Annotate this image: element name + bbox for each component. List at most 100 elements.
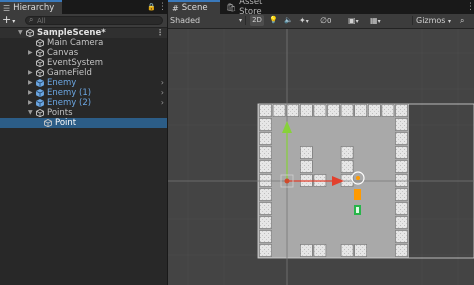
collapse-arrow-icon[interactable]: ▶ (28, 78, 33, 88)
hidden-count: 0 (326, 17, 332, 25)
prefab-cube-icon (36, 98, 44, 108)
hierarchy-item-label: Enemy (2) (47, 98, 92, 108)
hierarchy-item[interactable]: EventSystem (0, 58, 167, 68)
tab-hierarchy[interactable]: ☰ Hierarchy (0, 0, 62, 14)
collapse-arrow-icon[interactable]: ▶ (28, 98, 33, 108)
tab-scene[interactable]: # Scene (168, 0, 220, 14)
open-prefab-chevron-icon[interactable]: › (161, 78, 164, 88)
hierarchy-item-label: Point (55, 118, 77, 128)
toolbar-separator (412, 16, 413, 25)
expand-arrow-icon[interactable]: ▼ (18, 28, 23, 38)
wall-tile (327, 104, 340, 117)
wall-tile (340, 244, 354, 257)
wall-tile (395, 216, 408, 229)
prefab-cube-icon (36, 88, 44, 98)
toolbar-separator (245, 16, 246, 25)
grid-icon[interactable]: ▦▾ (370, 15, 388, 26)
hierarchy-toolbar: +▾ ⌕ (0, 14, 167, 28)
wall-tile (395, 146, 408, 159)
gameobject-cube-icon (36, 68, 44, 78)
hierarchy-item[interactable]: ▶ Enemy › (0, 78, 167, 88)
scene-grid-icon: # (172, 3, 179, 13)
hierarchy-item-label: EventSystem (47, 58, 104, 68)
wall-tile (259, 118, 272, 131)
search-icon[interactable]: ⌕ (460, 15, 472, 26)
wall-tile (272, 104, 286, 117)
gameobject-cube-icon (36, 58, 44, 68)
open-prefab-chevron-icon[interactable]: › (161, 98, 164, 108)
expand-arrow-icon[interactable]: ▼ (28, 108, 33, 118)
hidden-glyph: ∅ (320, 16, 327, 25)
tab-menu-icon[interactable]: ⋮ (158, 1, 167, 13)
wall-tile (395, 174, 408, 187)
hierarchy-tree: ▼ SampleScene* ⋮ Main Camera ▶ Canvas Event… (0, 28, 167, 128)
prefab-cube-icon (36, 78, 44, 88)
wall-tile (259, 202, 272, 215)
hierarchy-tab-bar: ☰ Hierarchy 🔒 ⋮ (0, 0, 167, 14)
gameobject-cube-icon (36, 108, 44, 118)
shading-mode-dropdown[interactable]: Shaded ▾ (170, 15, 242, 26)
toggle-2d-button[interactable]: 2D (250, 15, 264, 26)
wall-tile (259, 216, 272, 229)
lock-icon[interactable]: 🔒 (147, 1, 156, 13)
chevron-down-icon: ▾ (377, 18, 381, 25)
unity-scene-icon (26, 28, 34, 38)
chevron-down-icon: ▾ (448, 18, 452, 25)
wall-tile (395, 118, 408, 131)
grid-glyph: ▦ (370, 16, 378, 25)
wall-tile (300, 160, 313, 173)
wall-tile (395, 244, 408, 257)
scene-toolbar: Shaded ▾ 2D 💡 🔈 ✦▾ ∅0 ▣▾ ▦▾ Gizmos ▾ ⌕ (168, 14, 474, 29)
gameobject-cube-icon (36, 48, 44, 58)
hierarchy-item[interactable]: Main Camera (0, 38, 167, 48)
light-icon[interactable]: 💡 (269, 15, 280, 26)
gameobject-cube-icon (44, 118, 52, 128)
wall-tile (313, 244, 327, 257)
gizmos-dropdown[interactable]: Gizmos ▾ (416, 15, 456, 26)
open-prefab-chevron-icon[interactable]: › (161, 88, 164, 98)
wall-tile (381, 104, 395, 117)
wall-tile (354, 104, 367, 117)
wall-tile (395, 230, 408, 243)
effects-icon[interactable]: ✦▾ (299, 15, 317, 26)
hierarchy-item[interactable]: ▶ GameField (0, 68, 167, 78)
hierarchy-panel: ☰ Hierarchy 🔒 ⋮ +▾ ⌕ ▼ SampleScene* ⋮ Ma… (0, 0, 167, 285)
wall-tile (340, 104, 354, 117)
wall-tile (259, 174, 272, 187)
tab-hierarchy-label: Hierarchy (13, 3, 55, 13)
chevron-down-icon: ▾ (305, 18, 309, 25)
hierarchy-item-label: GameField (47, 68, 92, 78)
scene-row[interactable]: ▼ SampleScene* ⋮ (0, 28, 167, 38)
scene-canvas[interactable] (168, 29, 474, 285)
hierarchy-item-label: Main Camera (47, 38, 104, 48)
plus-icon: + (2, 13, 12, 26)
scene-menu-icon[interactable]: ⋮ (156, 28, 164, 38)
collapse-arrow-icon[interactable]: ▶ (28, 68, 33, 78)
wall-tile (395, 160, 408, 173)
scene-viewport[interactable] (168, 29, 474, 285)
wall-tile (340, 160, 354, 173)
shopping-bag-icon: 🛍 (226, 2, 237, 12)
search-input[interactable] (37, 16, 147, 25)
wall-tile (300, 244, 313, 257)
camera-icon[interactable]: ▣▾ (348, 15, 366, 26)
wall-tile (368, 104, 381, 117)
gizmos-label: Gizmos (416, 16, 446, 25)
audio-icon[interactable]: 🔈 (284, 15, 295, 26)
hierarchy-search[interactable]: ⌕ (25, 15, 163, 25)
hierarchy-item[interactable]: ▶ Canvas (0, 48, 167, 58)
add-object-button[interactable]: +▾ (2, 14, 22, 27)
hierarchy-item-label: Canvas (47, 48, 79, 58)
hierarchy-item[interactable]: ▶ Enemy (2) › (0, 98, 167, 108)
wall-tile (259, 104, 272, 117)
tab-asset-store[interactable]: 🛍 Asset Store (222, 0, 280, 17)
chevron-down-icon: ▾ (238, 17, 242, 24)
scene-tab-bar: # Scene 🛍 Asset Store ⋮ (168, 0, 474, 17)
hidden-objects-icon[interactable]: ∅0 (320, 15, 344, 26)
hierarchy-item[interactable]: Point (0, 118, 167, 128)
collapse-arrow-icon[interactable]: ▶ (28, 88, 33, 98)
hierarchy-item[interactable]: ▶ Enemy (1) › (0, 88, 167, 98)
hierarchy-item[interactable]: ▼ Points (0, 108, 167, 118)
scene-tab-menu-icon[interactable]: ⋮ (466, 1, 474, 13)
collapse-arrow-icon[interactable]: ▶ (28, 48, 33, 58)
